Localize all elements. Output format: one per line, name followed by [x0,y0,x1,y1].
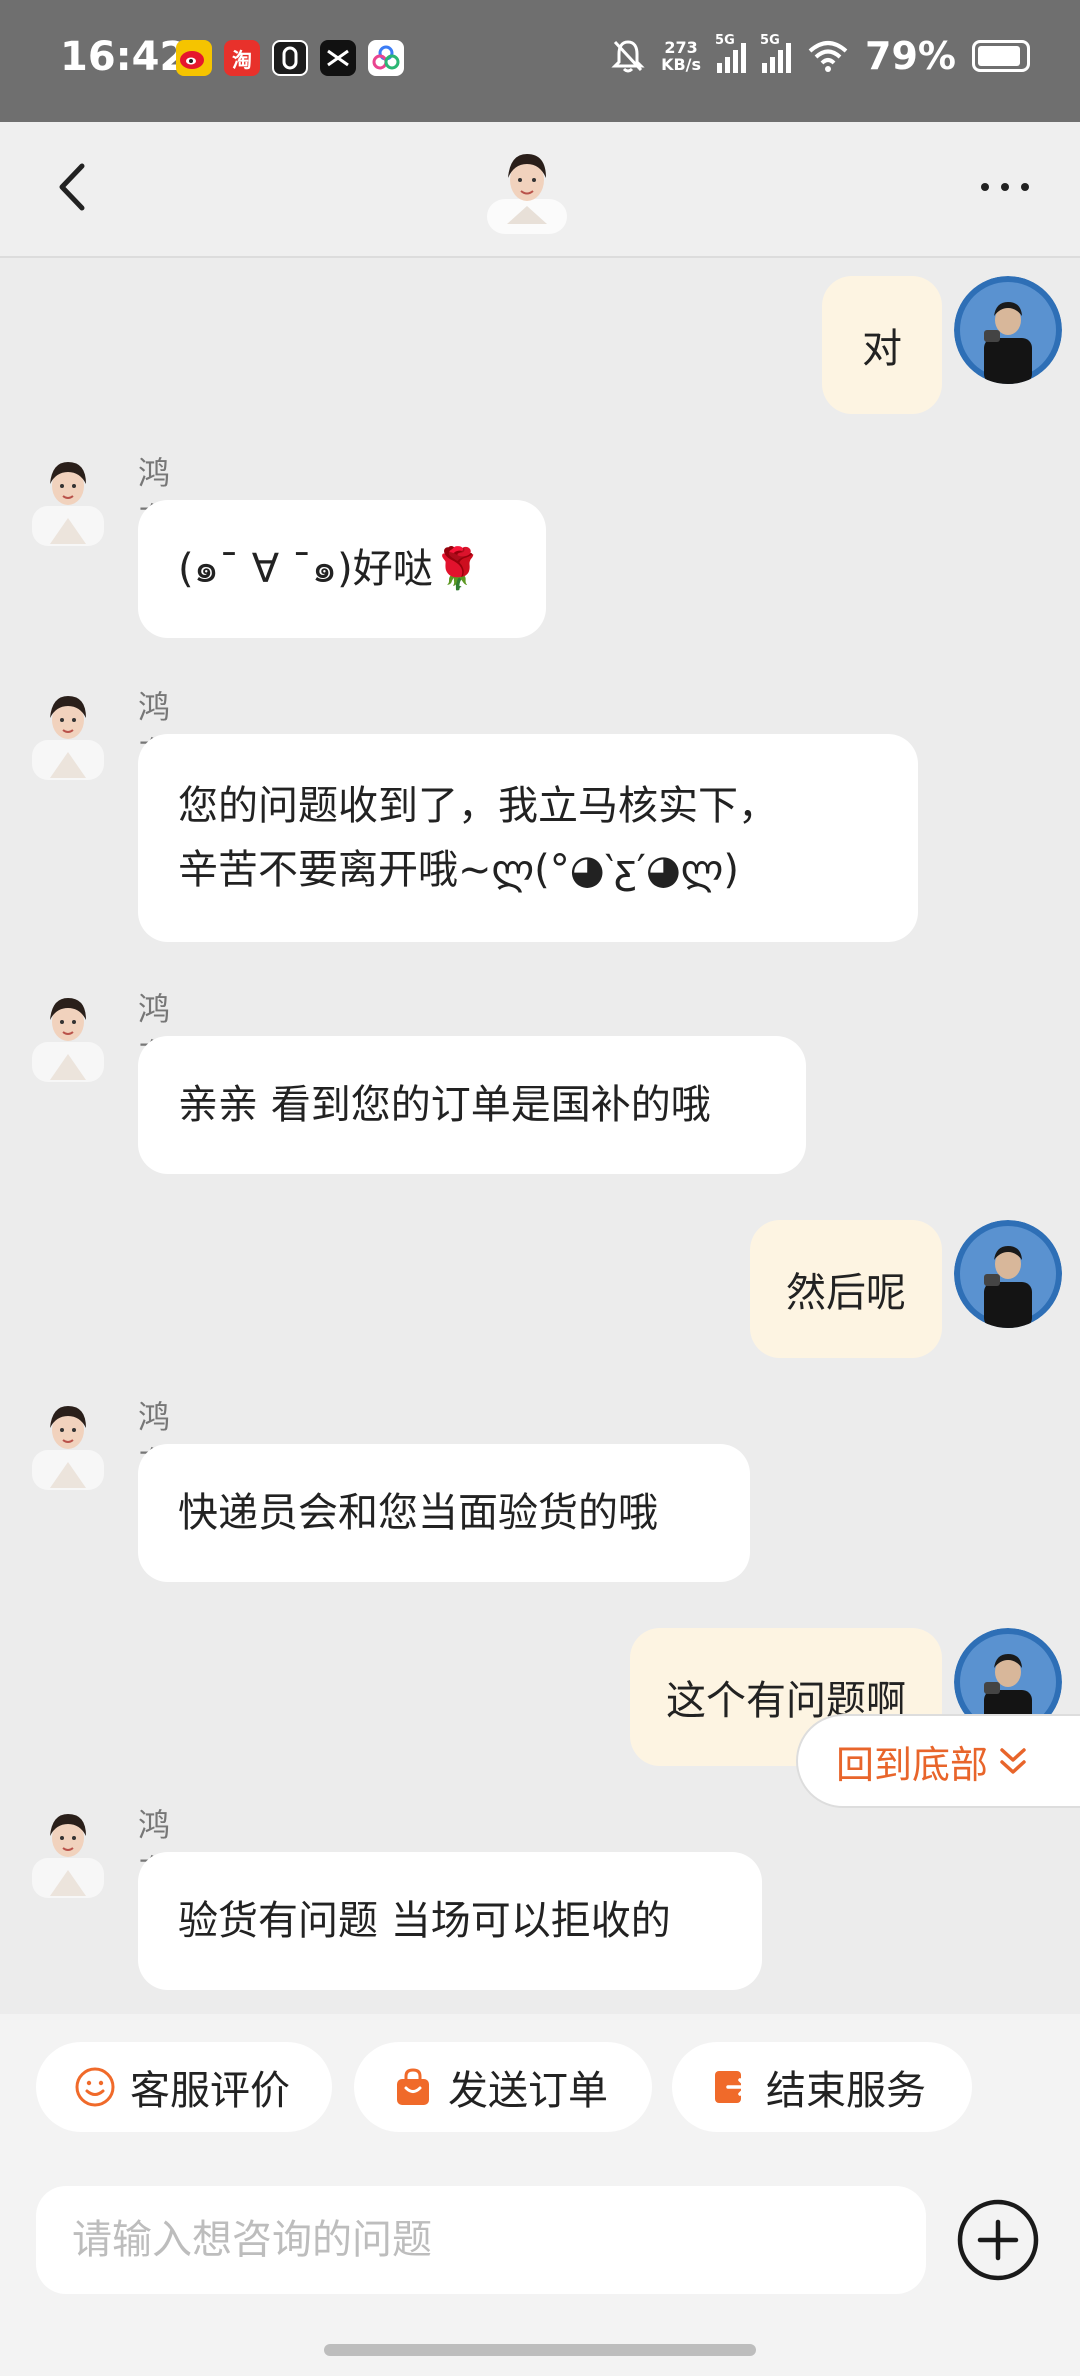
agent-bubble-line: 辛苦不要离开哦~ლ(°◕‵ƹ′◕ლ) [178,847,739,893]
message-user: 然后呢 [750,1220,1062,1358]
agent-avatar-icon [482,144,572,234]
plus-circle-icon [957,2199,1039,2281]
net-speed: 273 KB/s [661,39,701,73]
shopping-bag-icon [397,2068,429,2105]
agent-avatar[interactable] [30,1394,106,1494]
cloud-icon [368,40,404,76]
rate-service-button[interactable]: 客服评价 [36,2042,332,2132]
plus-button[interactable] [956,2198,1040,2282]
sim2-label: 5G [760,33,780,48]
send-order-label: 发送订单 [448,2068,608,2114]
capcut-icon [320,40,356,76]
user-avatar[interactable] [954,276,1062,384]
agent-bubble: 验货有问题 当场可以拒收的 [138,1852,762,1990]
agent-bubble: (๑¯ ∀ ¯๑)好哒🌹 [138,500,546,638]
net-speed-unit: KB/s [661,55,702,74]
back-button[interactable] [40,152,110,222]
signal-2-icon: 5G [760,33,792,73]
sim1-label: 5G [715,33,735,48]
chevron-left-icon [59,163,85,211]
more-button[interactable] [970,152,1040,222]
more-dots-icon [981,183,1029,191]
double-chevron-down-icon [1000,1748,1026,1774]
agent-bubble: 快递员会和您当面验货的哦 [138,1444,750,1582]
status-time: 16:42 [60,34,188,80]
taobao-icon: 淘 [224,40,260,76]
weibo-icon [176,40,212,76]
app-icon [272,40,308,76]
quick-actions-bar: 客服评价 发送订单 结束服务 [0,2014,1080,2164]
status-bar: 16:42 淘 273 KB/s 5G 5G 79% [0,0,1080,122]
message-user: 对 [822,276,1062,414]
back-to-bottom-button[interactable]: 回到底部 [796,1714,1080,1808]
mute-bell-icon [611,40,645,73]
message-input[interactable] [36,2186,926,2294]
agent-avatar[interactable] [30,986,106,1086]
end-service-button[interactable]: 结束服务 [672,2042,972,2132]
exit-icon [715,2071,749,2103]
end-service-label: 结束服务 [766,2068,926,2114]
user-bubble: 然后呢 [750,1220,942,1358]
signal-1-icon: 5G [715,33,747,73]
status-right: 273 KB/s 5G 5G 79% [611,33,1030,78]
user-avatar[interactable] [954,1220,1062,1328]
home-indicator[interactable] [324,2344,756,2356]
agent-bubble-line: 您的问题收到了，我立马核实下， [178,783,778,829]
send-order-button[interactable]: 发送订单 [354,2042,652,2132]
user-bubble: 对 [822,276,942,414]
wifi-icon [808,41,848,72]
agent-avatar[interactable] [30,1802,106,1902]
back-to-bottom-label: 回到底部 [836,1742,989,1787]
chat-header [0,122,1080,258]
agent-avatar[interactable] [30,684,106,784]
notification-icons: 淘 [176,40,404,76]
battery-icon [972,40,1030,72]
agent-bubble: 亲亲 看到您的订单是国补的哦 [138,1036,806,1174]
smiley-icon [75,2067,115,2107]
agent-avatar[interactable] [30,450,106,550]
battery-percent: 79% [865,34,956,78]
rate-service-label: 客服评价 [130,2068,290,2114]
agent-bubble: 您的问题收到了，我立马核实下， 辛苦不要离开哦~ლ(°◕‵ƹ′◕ლ) [138,734,918,942]
net-speed-value: 273 [664,38,698,57]
